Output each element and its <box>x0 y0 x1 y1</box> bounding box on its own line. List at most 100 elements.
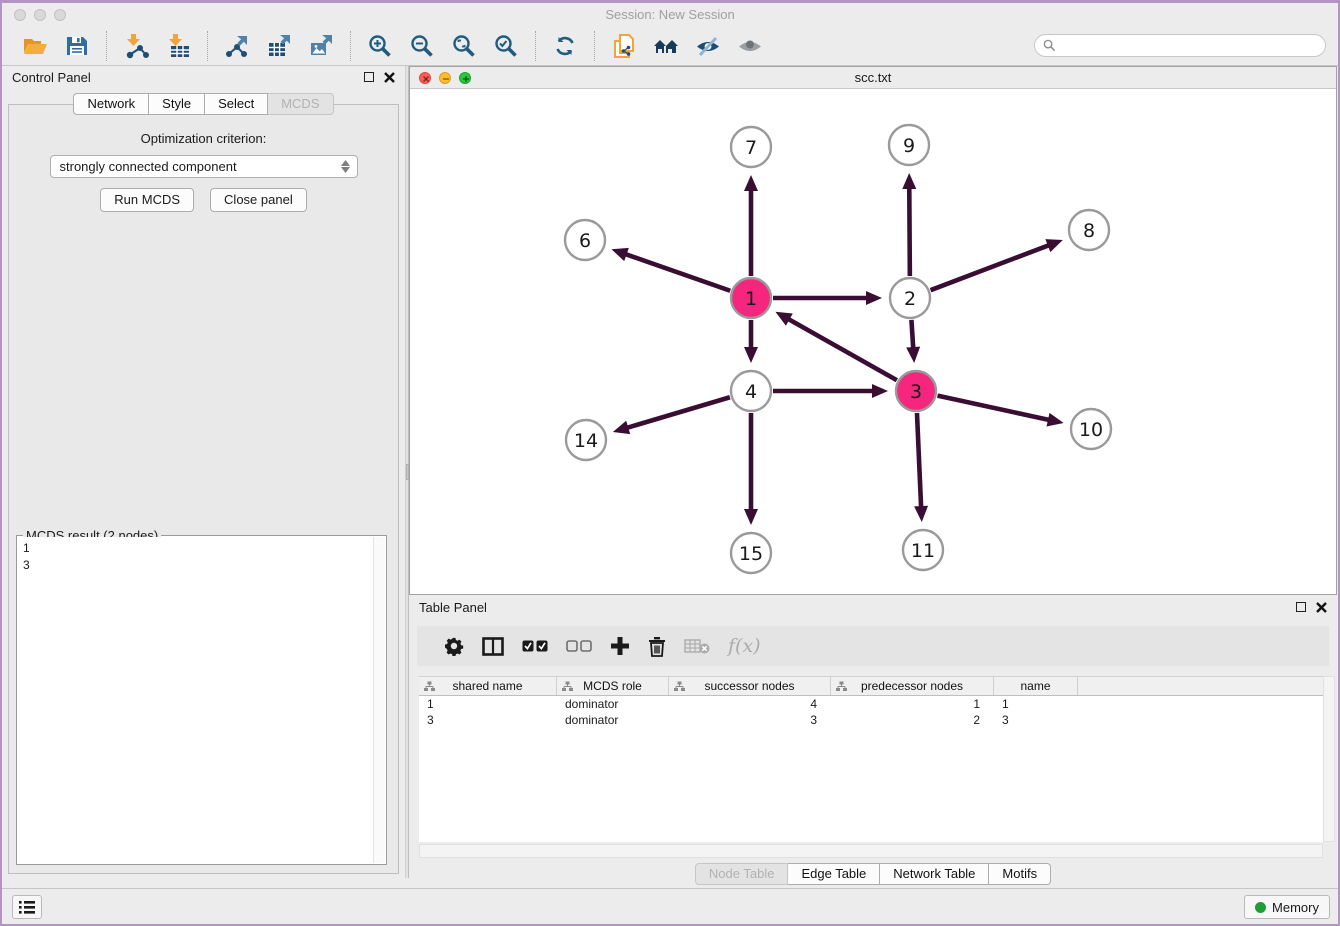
optimization-criterion-label: Optimization criterion: <box>9 131 398 146</box>
toolbar-separator <box>350 31 351 61</box>
memory-button[interactable]: Memory <box>1244 895 1330 919</box>
table-tabs: Node TableEdge TableNetwork TableMotifs <box>409 863 1337 885</box>
control-panel-title: Control Panel <box>12 70 91 85</box>
graph-edge-1-6[interactable] <box>625 254 731 291</box>
graph-node-label: 14 <box>574 430 598 452</box>
network-view-window: scc.txt 7968124314101511 <box>409 66 1337 595</box>
home-view-icon[interactable] <box>652 32 680 60</box>
search-box <box>1034 34 1326 57</box>
export-network-icon[interactable] <box>223 32 251 60</box>
task-history-button[interactable] <box>12 895 42 919</box>
delete-column-trash-icon[interactable] <box>648 636 666 657</box>
tab-mcds[interactable]: MCDS <box>268 93 333 115</box>
edge-arrowhead <box>744 347 758 363</box>
table-row[interactable]: 3dominator323 <box>419 712 1323 728</box>
graph-node-label: 6 <box>579 230 591 252</box>
table-horizontal-scrollbar[interactable] <box>419 844 1323 858</box>
session-title: Session: New Session <box>2 7 1338 22</box>
graph-node-label: 2 <box>904 288 916 310</box>
column-header-mcds-role[interactable]: MCDS role <box>557 677 669 695</box>
function-builder-icon[interactable]: f(x) <box>728 635 761 657</box>
column-header-name[interactable]: name <box>994 677 1078 695</box>
edge-arrowhead <box>613 421 630 434</box>
main-titlebar: Session: New Session <box>2 3 1338 26</box>
graph-edge-2-3[interactable] <box>911 320 913 349</box>
table-tab-node-table[interactable]: Node Table <box>695 863 789 885</box>
graph-edge-2-8[interactable] <box>931 245 1050 290</box>
table-settings-gear-icon[interactable] <box>444 636 464 656</box>
table-cell: 1 <box>994 696 1078 712</box>
tab-network[interactable]: Network <box>73 93 149 115</box>
table-cell: 3 <box>994 712 1078 728</box>
export-table-icon[interactable] <box>265 32 293 60</box>
control-panel: Control Panel NetworkStyleSelectMCDS Opt… <box>2 66 405 878</box>
main-toolbar <box>2 26 1338 66</box>
table-tab-network-table[interactable]: Network Table <box>880 863 989 885</box>
graph-edge-4-14[interactable] <box>626 397 730 428</box>
tab-select[interactable]: Select <box>205 93 268 115</box>
mcds-result-fieldset: MCDS result (2 nodes) 13 <box>16 535 387 865</box>
table-tab-motifs[interactable]: Motifs <box>989 863 1051 885</box>
graph-edge-2-9[interactable] <box>909 187 910 276</box>
run-mcds-button[interactable]: Run MCDS <box>100 188 194 212</box>
edge-arrowhead <box>914 506 928 522</box>
delete-table-icon[interactable] <box>684 638 710 654</box>
table-tab-edge-table[interactable]: Edge Table <box>788 863 880 885</box>
select-all-icon[interactable] <box>522 640 548 652</box>
close-table-panel-icon[interactable] <box>1316 602 1327 613</box>
node-table-body: 1dominator4113dominator323 <box>419 696 1323 728</box>
result-scrollbar[interactable] <box>373 537 385 863</box>
close-panel-icon[interactable] <box>384 72 395 83</box>
import-network-icon[interactable] <box>122 32 150 60</box>
zoom-in-icon[interactable] <box>366 32 394 60</box>
graph-node-label: 8 <box>1083 220 1095 242</box>
float-panel-icon[interactable] <box>364 72 374 82</box>
node-table: shared nameMCDS rolesuccessor nodesprede… <box>419 676 1323 842</box>
network-canvas[interactable]: 7968124314101511 <box>410 89 1336 594</box>
network-window-titlebar: scc.txt <box>410 67 1336 89</box>
graph-node-label: 10 <box>1079 419 1103 441</box>
close-panel-button[interactable]: Close panel <box>210 188 307 212</box>
save-session-icon[interactable] <box>63 32 91 60</box>
refresh-icon[interactable] <box>551 32 579 60</box>
search-input[interactable] <box>1061 39 1317 53</box>
graph-node-label: 3 <box>910 381 922 403</box>
zoom-out-icon[interactable] <box>408 32 436 60</box>
graph-node-label: 11 <box>911 540 935 562</box>
status-bar: Memory <box>2 888 1338 924</box>
graph-edge-3-1[interactable] <box>788 319 897 381</box>
import-table-icon[interactable] <box>164 32 192 60</box>
float-table-panel-icon[interactable] <box>1296 602 1306 612</box>
table-panel: Table Panel <box>409 596 1337 888</box>
edge-arrowhead <box>611 248 628 261</box>
clone-network-icon[interactable] <box>610 32 638 60</box>
criterion-dropdown[interactable]: strongly connected component <box>50 155 358 178</box>
hide-selected-eye-icon[interactable] <box>694 32 722 60</box>
control-panel-tabs: NetworkStyleSelectMCDS <box>2 93 405 115</box>
graph-edge-3-11[interactable] <box>917 413 921 508</box>
column-header-shared-name[interactable]: shared name <box>419 677 557 695</box>
split-view-icon[interactable] <box>482 637 504 656</box>
table-vertical-scrollbar[interactable] <box>1323 676 1335 842</box>
graph-node-label: 15 <box>739 543 763 565</box>
table-cell: 2 <box>831 712 994 728</box>
add-column-icon[interactable] <box>610 636 630 656</box>
application-window: Session: New Session <box>2 3 1338 924</box>
column-header-predecessor-nodes[interactable]: predecessor nodes <box>831 677 994 695</box>
result-line: 3 <box>23 557 380 574</box>
open-session-icon[interactable] <box>21 32 49 60</box>
column-header-successor-nodes[interactable]: successor nodes <box>669 677 831 695</box>
export-image-icon[interactable] <box>307 32 335 60</box>
search-icon <box>1043 39 1056 52</box>
table-toolbar: f(x) <box>417 626 1329 666</box>
tab-style[interactable]: Style <box>149 93 205 115</box>
zoom-selected-icon[interactable] <box>492 32 520 60</box>
table-row[interactable]: 1dominator411 <box>419 696 1323 712</box>
table-cell: 1 <box>831 696 994 712</box>
show-all-eye-icon[interactable] <box>736 32 764 60</box>
deselect-all-icon[interactable] <box>566 640 592 652</box>
zoom-fit-icon[interactable] <box>450 32 478 60</box>
graph-edge-3-10[interactable] <box>937 396 1049 420</box>
memory-status-dot <box>1255 902 1266 913</box>
table-cell: 4 <box>669 696 831 712</box>
